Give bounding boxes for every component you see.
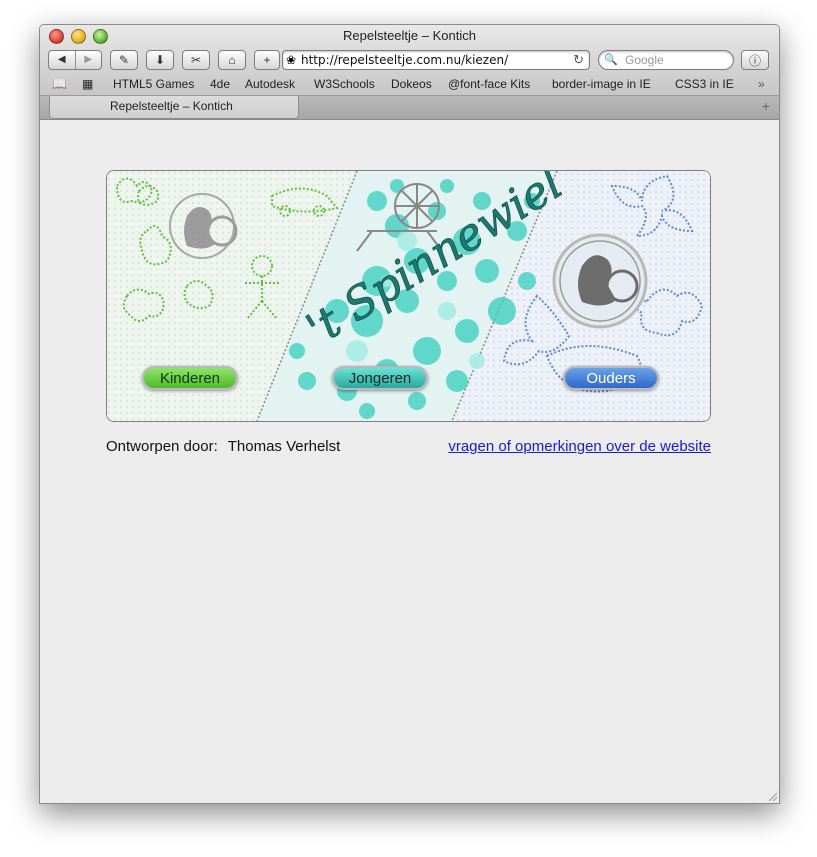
annotate-button[interactable]: ✎ [110,50,138,70]
tab-current[interactable]: Repelsteeltje – Kontich [49,96,299,119]
url-text: http://repelsteeltje.com.nu/kiezen/ [301,53,509,67]
new-tab-icon[interactable]: + [762,98,770,114]
bookmarks-bar: 📖 ▦ HTML5 Games 4de Autodesk W3Schools D… [40,75,779,95]
bookmarks-book-icon[interactable]: 📖 [52,77,67,91]
page-content: 't Spinnewiel Kinderen Jongeren Ouders O… [40,120,779,803]
back-arrow-icon[interactable]: ◀ [49,51,75,69]
search-placeholder: Google [625,53,664,67]
window-title: Repelsteeltje – Kontich [343,28,476,43]
scissors-icon: ✂ [190,53,202,67]
downloads-button[interactable]: ⬇ [146,50,174,70]
address-bar[interactable]: ❀ http://repelsteeltje.com.nu/kiezen/ ↻ [282,50,590,70]
spinner-seal-right [552,233,648,329]
plus-icon: + [263,53,271,67]
clip-button[interactable]: ✂ [182,50,210,70]
home-button[interactable]: ⌂ [218,50,246,70]
tab-bar: Repelsteeltje – Kontich + [40,96,779,120]
home-icon: ⌂ [228,53,236,67]
bookmark-item[interactable]: Autodesk [245,77,295,91]
forward-arrow-icon[interactable]: ▶ [74,51,102,69]
browser-window: Repelsteeltje – Kontich ◀ ▶ ✎ ⬇ ✂ ⌂ + ❀ … [39,24,780,804]
more-bookmarks-icon[interactable]: » [758,77,765,91]
designed-by-label: Ontworpen door: [106,438,218,455]
reload-icon[interactable]: ↻ [573,52,584,68]
bookmark-item[interactable]: border-image in IE [552,77,651,91]
bookmark-item[interactable]: HTML5 Games [113,77,194,91]
jongeren-button[interactable]: Jongeren [332,366,428,390]
pencil-icon: ✎ [118,53,130,67]
add-bookmark-button[interactable]: + [254,50,280,70]
search-field[interactable]: 🔍 Google [598,50,734,70]
tab-label: Repelsteeltje – Kontich [110,99,233,113]
top-sites-grid-icon[interactable]: ▦ [82,77,93,91]
info-button[interactable]: ⓘ [741,50,769,70]
spinnewiel-banner: 't Spinnewiel Kinderen Jongeren Ouders [106,170,711,422]
ouders-button[interactable]: Ouders [563,366,659,390]
site-favicon-icon: ❀ [286,53,297,67]
kinderen-button[interactable]: Kinderen [142,366,238,390]
back-forward-group: ◀ ▶ [48,50,102,70]
bookmark-item[interactable]: 4de [210,77,230,91]
bookmark-item[interactable]: CSS3 in IE [675,77,734,91]
bookmark-item[interactable]: W3Schools [314,77,375,91]
bookmark-item[interactable]: Dokeos [391,77,432,91]
info-icon: ⓘ [748,53,761,68]
magnifier-icon: 🔍 [604,54,618,66]
designer-credit: Ontworpen door: Thomas Verhelst [106,438,340,455]
resize-grip-icon[interactable] [767,791,777,801]
contact-link[interactable]: vragen of opmerkingen over de website [448,438,711,455]
designer-name: Thomas Verhelst [227,438,341,455]
title-bar: Repelsteeltje – Kontich ◀ ▶ ✎ ⬇ ✂ ⌂ + ❀ … [40,25,779,96]
download-icon: ⬇ [154,53,166,67]
bookmark-item[interactable]: @font-face Kits [448,77,530,91]
